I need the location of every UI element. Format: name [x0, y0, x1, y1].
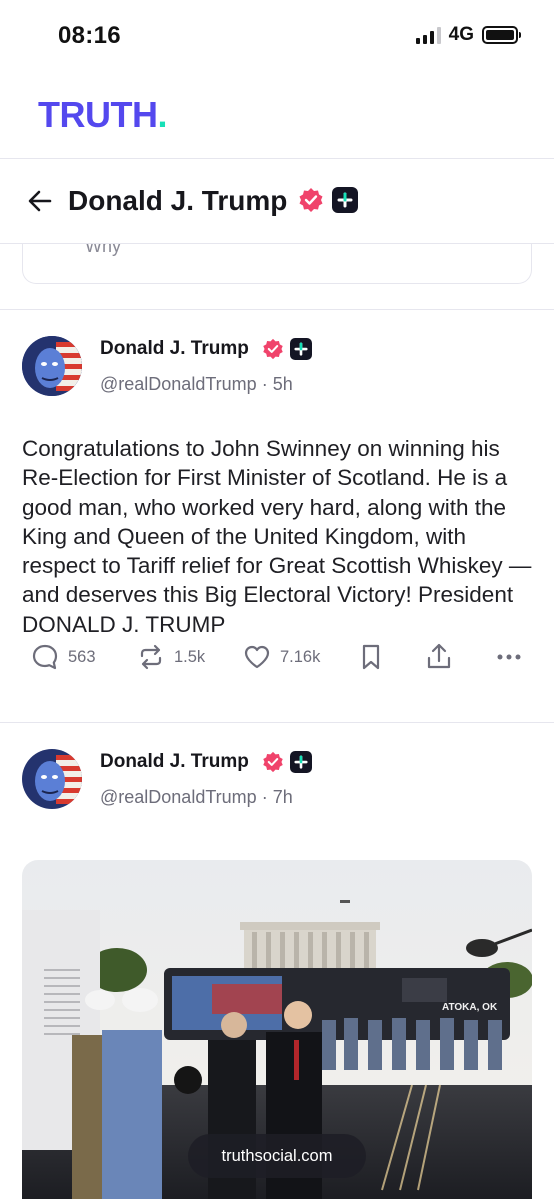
author-badges — [262, 338, 312, 360]
network-type: 4G — [448, 24, 474, 45]
app-header: TRUTH. — [0, 70, 554, 158]
author-name[interactable]: Donald J. Trump — [100, 751, 249, 773]
author-handle: @realDonaldTrump · 5h — [100, 374, 293, 394]
status-bar: 08:16 4G — [0, 0, 554, 70]
bookmark-icon — [362, 644, 380, 670]
bookmark-button[interactable] — [356, 642, 386, 672]
retruth-icon — [140, 644, 162, 670]
plus-badge-icon — [290, 751, 312, 773]
status-time: 08:16 — [58, 22, 121, 49]
plus-badge-icon — [290, 338, 312, 360]
author-handle: @realDonaldTrump · 7h — [100, 787, 293, 807]
author-badges — [262, 751, 312, 773]
avatar[interactable] — [22, 749, 82, 809]
retruth-count: 1.5k — [174, 647, 206, 666]
reply-count: 563 — [68, 647, 96, 666]
bus-text: ATOKA, OK — [442, 1002, 498, 1013]
reply-button[interactable]: 563 — [30, 642, 96, 672]
profile-name: Donald J. Trump — [68, 185, 288, 216]
like-button[interactable]: 7.16k — [242, 642, 320, 672]
verified-icon — [263, 751, 283, 773]
like-count: 7.16k — [280, 647, 321, 666]
back-arrow-icon[interactable] — [26, 187, 54, 215]
profile-header: Donald J. Trump — [0, 158, 554, 244]
profile-badges — [298, 187, 358, 213]
battery-icon — [482, 26, 521, 44]
verified-icon — [263, 338, 283, 360]
share-button[interactable] — [424, 642, 454, 672]
post-text: Congratulations to John Swinney on winni… — [22, 436, 532, 637]
avatar[interactable] — [22, 336, 82, 396]
share-icon — [427, 643, 451, 669]
more-options-button[interactable] — [494, 642, 524, 672]
truth-logo[interactable]: TRUTH. — [38, 94, 167, 136]
more-icon — [497, 654, 521, 660]
retruth-button[interactable]: 1.5k — [136, 642, 205, 672]
reply-icon — [32, 644, 58, 670]
post[interactable]: Donald J. Trump @realDonaldTrump · 5h Co… — [0, 310, 554, 722]
status-indicators: 4G — [415, 24, 521, 46]
verified-icon — [299, 188, 323, 212]
heart-icon — [244, 645, 270, 669]
link-pill[interactable]: truthsocial.com — [188, 1134, 366, 1178]
author-name[interactable]: Donald J. Trump — [100, 338, 249, 360]
signal-icon — [415, 26, 441, 44]
post-actions: 563 1.5k 7.16k — [0, 640, 554, 676]
plus-badge-icon — [332, 187, 358, 213]
